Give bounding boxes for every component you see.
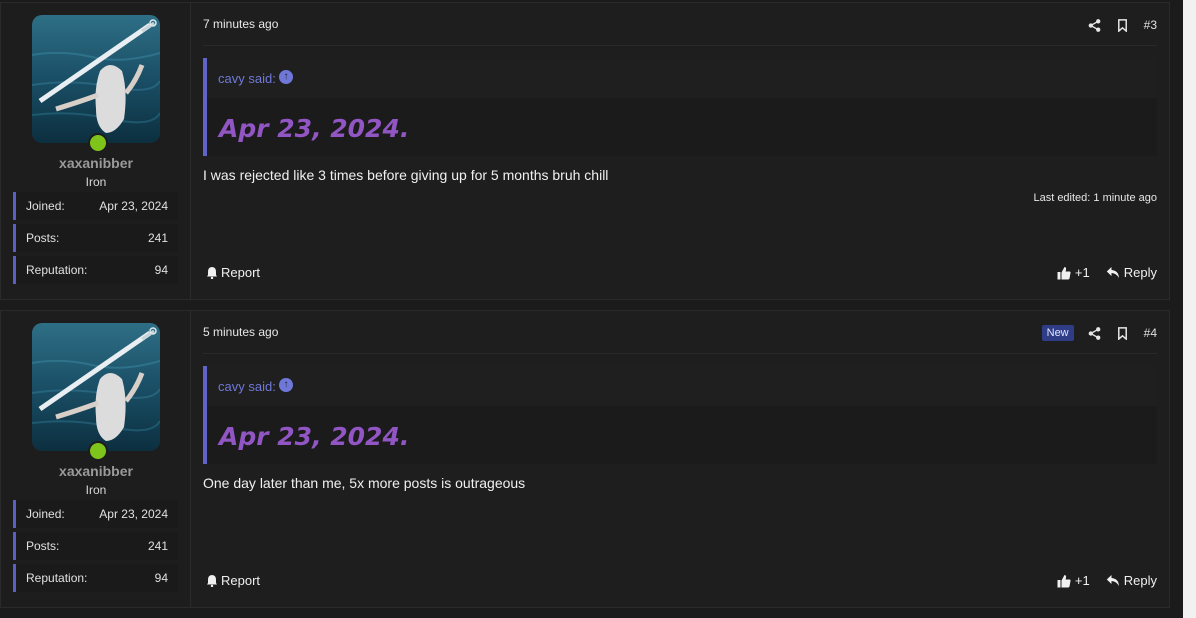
online-indicator: [88, 441, 108, 461]
reply-label: Reply: [1123, 573, 1157, 588]
stat-value: 94: [154, 571, 168, 585]
post-actions-top: #3: [1088, 15, 1157, 35]
post-time[interactable]: 7 minutes ago: [203, 17, 278, 31]
post-body: I was rejected like 3 times before givin…: [203, 167, 609, 183]
divider: [203, 353, 1157, 354]
like-button[interactable]: +1: [1057, 573, 1090, 588]
online-indicator: [88, 133, 108, 153]
quote-header: [207, 58, 1157, 98]
reply-button[interactable]: Reply: [1106, 265, 1157, 280]
report-label: Report: [221, 265, 261, 280]
post-actions-top: New #4: [1041, 323, 1157, 343]
stat-label: Joined:: [26, 507, 65, 521]
post: xaxanibber Iron Joined: Apr 23, 2024 Pos…: [0, 2, 1170, 300]
reaction-actions: +1 Reply: [1057, 573, 1157, 588]
report-button[interactable]: Report: [205, 573, 260, 588]
reply-arrow-icon: [1106, 574, 1120, 588]
stat-joined: Joined: Apr 23, 2024: [13, 500, 178, 528]
bell-icon: [205, 574, 219, 588]
stat-label: Reputation:: [26, 571, 88, 585]
username[interactable]: xaxanibber: [1, 155, 191, 171]
stat-value: 241: [147, 231, 168, 245]
user-info-panel: xaxanibber Iron Joined: Apr 23, 2024 Pos…: [1, 311, 191, 607]
new-badge: New: [1041, 325, 1074, 341]
stat-value: 94: [154, 263, 168, 277]
post-footer: Report +1 Reply: [203, 571, 1157, 591]
bookmark-icon[interactable]: [1116, 326, 1130, 340]
quote-author[interactable]: cavy said:: [218, 379, 276, 394]
quote-author[interactable]: cavy said:: [218, 71, 276, 86]
post: xaxanibber Iron Joined: Apr 23, 2024 Pos…: [0, 310, 1170, 608]
arrow-up-circle-icon[interactable]: ↑: [279, 378, 293, 392]
user-rank: Iron: [85, 175, 107, 189]
message-cell: 5 minutes ago New #4 cavy said: ↑ Apr 23…: [191, 311, 1169, 607]
user-info-panel: xaxanibber Iron Joined: Apr 23, 2024 Pos…: [1, 3, 191, 299]
report-button[interactable]: Report: [205, 265, 260, 280]
quote-text: Apr 23, 2024.: [219, 422, 410, 451]
quote-block: cavy said: ↑ Apr 23, 2024.: [203, 366, 1157, 464]
reply-button[interactable]: Reply: [1106, 573, 1157, 588]
reply-arrow-icon: [1106, 266, 1120, 280]
scrollbar[interactable]: [1183, 0, 1196, 618]
stat-value: 241: [147, 539, 168, 553]
arrow-up-circle-icon[interactable]: ↑: [279, 70, 293, 84]
avatar[interactable]: [32, 15, 160, 143]
stat-value: Apr 23, 2024: [99, 199, 168, 213]
thumbs-up-icon: [1057, 266, 1071, 280]
bell-icon: [205, 266, 219, 280]
share-icon[interactable]: [1088, 18, 1102, 32]
stat-label: Reputation:: [26, 263, 88, 277]
stat-joined: Joined: Apr 23, 2024: [13, 192, 178, 220]
stat-label: Posts:: [26, 539, 60, 553]
avatar[interactable]: [32, 323, 160, 451]
stat-value: Apr 23, 2024: [99, 507, 168, 521]
stat-label: Posts:: [26, 231, 60, 245]
last-edited: Last edited: 1 minute ago: [1033, 192, 1157, 204]
stat-label: Joined:: [26, 199, 65, 213]
post-body: One day later than me, 5x more posts is …: [203, 475, 526, 491]
like-count: +1: [1074, 573, 1090, 588]
message-cell: 7 minutes ago #3 cavy said: ↑ Apr 23, 20…: [191, 3, 1169, 299]
stat-posts: Posts: 241: [13, 532, 178, 560]
post-footer: Report +1 Reply: [203, 263, 1157, 283]
report-label: Report: [221, 573, 261, 588]
user-rank: Iron: [85, 483, 107, 497]
post-number[interactable]: #4: [1144, 326, 1157, 340]
reaction-actions: +1 Reply: [1057, 265, 1157, 280]
share-icon[interactable]: [1088, 326, 1102, 340]
post-time[interactable]: 5 minutes ago: [203, 325, 278, 339]
stat-reputation: Reputation: 94: [13, 256, 178, 284]
thumbs-up-icon: [1057, 574, 1071, 588]
username[interactable]: xaxanibber: [1, 463, 191, 479]
like-count: +1: [1074, 265, 1090, 280]
stat-reputation: Reputation: 94: [13, 564, 178, 592]
quote-text: Apr 23, 2024.: [219, 114, 410, 143]
like-button[interactable]: +1: [1057, 265, 1090, 280]
stat-posts: Posts: 241: [13, 224, 178, 252]
bookmark-icon[interactable]: [1116, 18, 1130, 32]
reply-label: Reply: [1123, 265, 1157, 280]
quote-block: cavy said: ↑ Apr 23, 2024.: [203, 58, 1157, 156]
quote-header: [207, 366, 1157, 406]
divider: [203, 45, 1157, 46]
post-number[interactable]: #3: [1144, 18, 1157, 32]
